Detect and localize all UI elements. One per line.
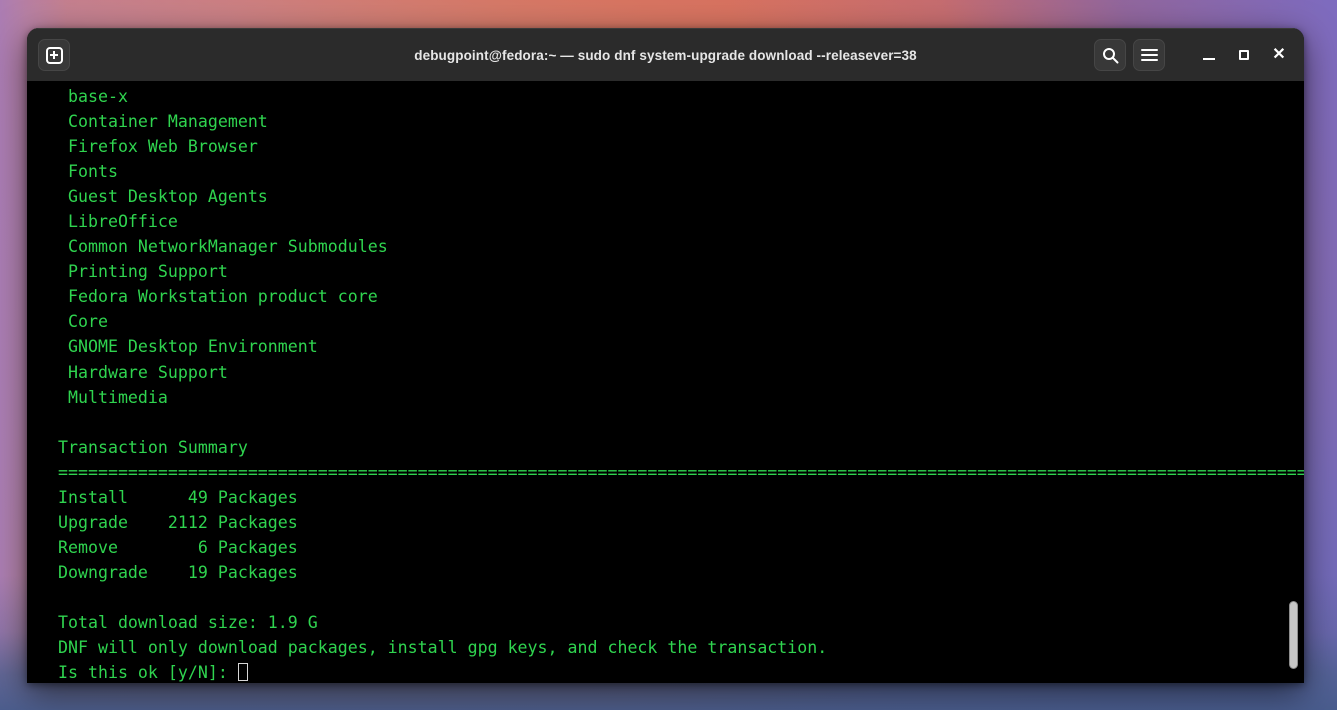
maximize-icon <box>1239 50 1249 60</box>
terminal-line: DNF will only download packages, install… <box>58 635 1286 660</box>
terminal-line: LibreOffice <box>58 209 1286 234</box>
terminal-line: base-x <box>58 84 1286 109</box>
search-icon <box>1102 47 1119 64</box>
main-menu-button[interactable] <box>1133 39 1165 71</box>
terminal-line: Fedora Workstation product core <box>58 284 1286 309</box>
new-tab-button[interactable] <box>38 39 70 71</box>
close-icon: ✕ <box>1272 47 1285 63</box>
terminal-line: Downgrade 19 Packages <box>58 560 1286 585</box>
maximize-button[interactable] <box>1230 41 1258 69</box>
terminal-line: Total download size: 1.9 G <box>58 610 1286 635</box>
terminal-line: Guest Desktop Agents <box>58 184 1286 209</box>
terminal-line: Fonts <box>58 159 1286 184</box>
terminal-scrollbar[interactable] <box>1287 81 1300 683</box>
terminal-line: Firefox Web Browser <box>58 134 1286 159</box>
terminal-line: GNOME Desktop Environment <box>58 334 1286 359</box>
minimize-icon <box>1203 58 1215 60</box>
window-headerbar: debugpoint@fedora:~ — sudo dnf system-up… <box>27 28 1304 81</box>
minimize-button[interactable] <box>1195 41 1223 69</box>
terminal-line: ========================================… <box>58 460 1304 485</box>
terminal-line <box>58 410 1286 435</box>
terminal-body[interactable]: base-x Container Management Firefox Web … <box>27 81 1304 683</box>
desktop-background: debugpoint@fedora:~ — sudo dnf system-up… <box>0 0 1337 710</box>
terminal-output: base-x Container Management Firefox Web … <box>58 84 1286 683</box>
terminal-scrollbar-thumb[interactable] <box>1289 601 1298 669</box>
terminal-cursor <box>238 663 248 681</box>
terminal-window: debugpoint@fedora:~ — sudo dnf system-up… <box>27 28 1304 683</box>
close-button[interactable]: ✕ <box>1265 41 1293 69</box>
terminal-line: Upgrade 2112 Packages <box>58 510 1286 535</box>
terminal-line: Core <box>58 309 1286 334</box>
headerbar-right-controls: ✕ <box>1094 39 1293 71</box>
terminal-line: Remove 6 Packages <box>58 535 1286 560</box>
terminal-line: Printing Support <box>58 259 1286 284</box>
terminal-line: Install 49 Packages <box>58 485 1286 510</box>
search-button[interactable] <box>1094 39 1126 71</box>
terminal-line: Multimedia <box>58 385 1286 410</box>
terminal-line: Is this ok [y/N]: <box>58 660 1286 683</box>
terminal-line: Container Management <box>58 109 1286 134</box>
headerbar-left-controls <box>38 39 70 71</box>
hamburger-icon <box>1141 46 1158 64</box>
terminal-line: Common NetworkManager Submodules <box>58 234 1286 259</box>
terminal-line <box>58 585 1286 610</box>
terminal-line: Hardware Support <box>58 360 1286 385</box>
terminal-line: Transaction Summary <box>58 435 1286 460</box>
plus-square-icon <box>46 47 63 64</box>
